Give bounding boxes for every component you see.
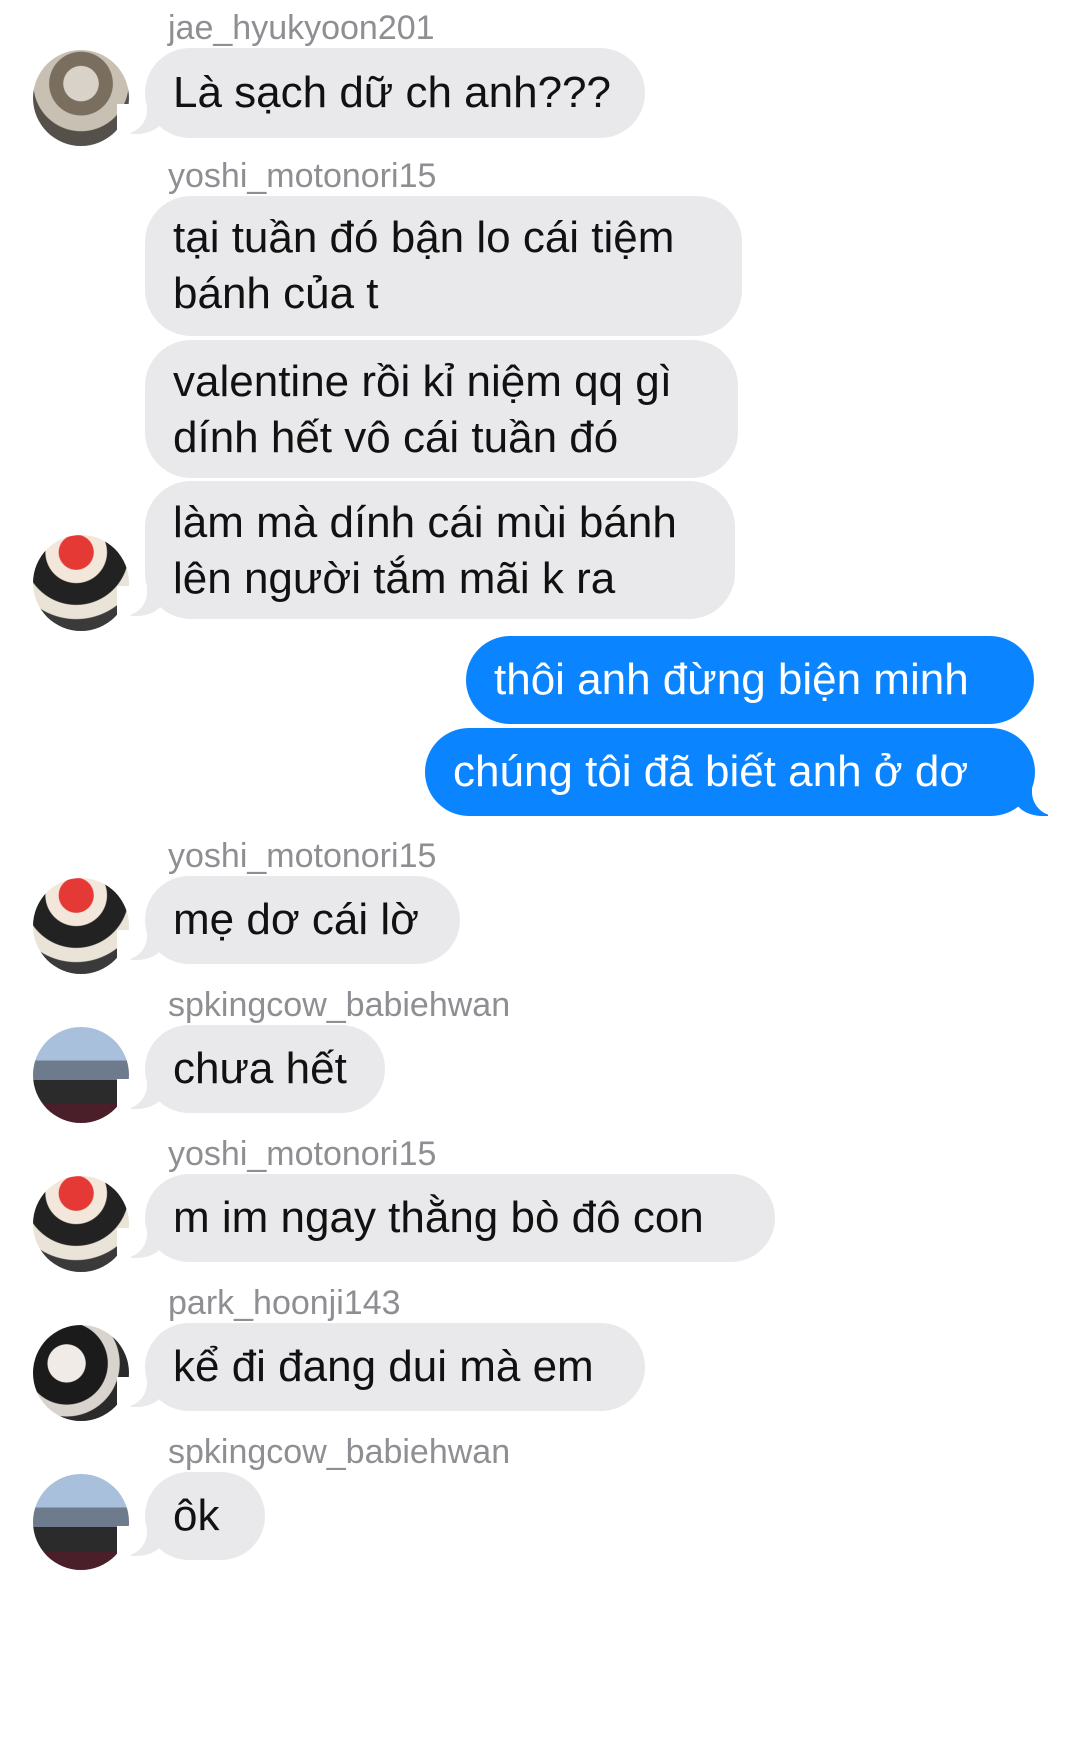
sender-name: yoshi_motonori15 <box>168 837 437 875</box>
sender-name: yoshi_motonori15 <box>168 1135 437 1173</box>
message-bubble-received[interactable]: chưa hết <box>145 1025 385 1113</box>
avatar-yoshi[interactable] <box>33 878 129 974</box>
sender-name: spkingcow_babiehwan <box>168 986 511 1024</box>
message-bubble-received[interactable]: kể đi đang dui mà em <box>145 1323 645 1411</box>
avatar-spkingcow[interactable] <box>33 1474 129 1570</box>
sender-name: jae_hyukyoon201 <box>168 9 435 47</box>
message-thread: jae_hyukyoon201 Là sạch dữ ch anh??? yos… <box>0 0 1079 1758</box>
message-bubble-received[interactable]: valentine rồi kỉ niệm qq gì dính hết vô … <box>145 340 738 478</box>
avatar-spkingcow[interactable] <box>33 1027 129 1123</box>
message-bubble-received[interactable]: ôk <box>145 1472 265 1560</box>
sender-name: park_hoonji143 <box>168 1284 401 1322</box>
message-bubble-sent[interactable]: chúng tôi đã biết anh ở dơ <box>425 728 1035 816</box>
avatar-yoshi[interactable] <box>33 1176 129 1272</box>
message-bubble-received[interactable]: mẹ dơ cái lờ <box>145 876 460 964</box>
sender-name: spkingcow_babiehwan <box>168 1433 511 1471</box>
message-bubble-received[interactable]: làm mà dính cái mùi bánh lên người tắm m… <box>145 481 735 619</box>
avatar-yoshi[interactable] <box>33 535 129 631</box>
avatar-park[interactable] <box>33 1325 129 1421</box>
avatar-jae[interactable] <box>33 50 129 146</box>
message-bubble-received[interactable]: m im ngay thằng bò đô con <box>145 1174 775 1262</box>
message-bubble-received[interactable]: Là sạch dữ ch anh??? <box>145 48 645 138</box>
message-bubble-sent[interactable]: thôi anh đừng biện minh <box>466 636 1034 724</box>
message-bubble-received[interactable]: tại tuần đó bận lo cái tiệm bánh của t <box>145 196 742 336</box>
sender-name: yoshi_motonori15 <box>168 157 437 195</box>
